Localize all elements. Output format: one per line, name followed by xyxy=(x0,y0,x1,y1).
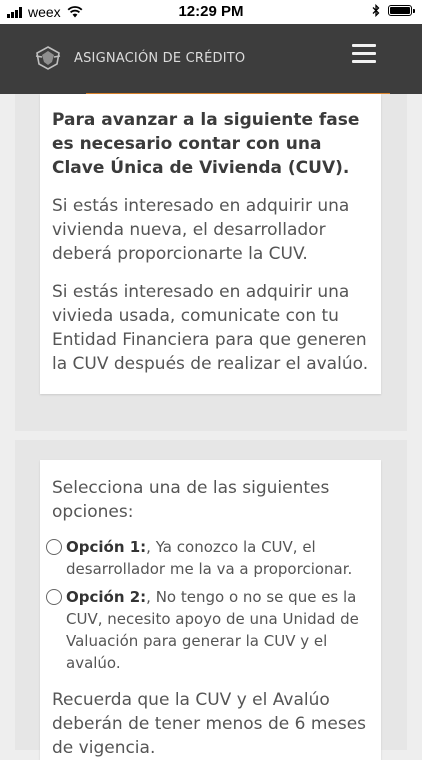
option-1-radio[interactable] xyxy=(46,539,62,555)
option-1-text: Opción 1:, Ya conozco la CUV, el desarro… xyxy=(66,536,376,580)
notice-paragraph: Si estás interesado en adquirir una vivi… xyxy=(52,282,369,374)
option-2-radio[interactable] xyxy=(46,589,62,605)
option-2[interactable]: Opción 2:, No tengo o no se que es la CU… xyxy=(46,586,376,674)
bluetooth-icon xyxy=(372,4,380,17)
app-header: ASIGNACIÓN DE CRÉDITO xyxy=(0,24,422,94)
menu-icon-line xyxy=(352,60,376,63)
option-2-text: Opción 2:, No tengo o no se que es la CU… xyxy=(66,586,376,674)
notice-paragraph: Si estás interesado en adquirir una vivi… xyxy=(52,196,350,264)
menu-icon-line xyxy=(352,52,376,55)
options-intro: Selecciona una de las siguientes opcione… xyxy=(52,478,330,522)
option-2-label: Opción 2: xyxy=(66,588,147,606)
status-bar: weex 12:29 PM xyxy=(0,0,422,24)
header-title: ASIGNACIÓN DE CRÉDITO xyxy=(74,51,246,66)
status-right xyxy=(372,4,415,17)
notice-card: Para avanzar a la siguiente fase es nece… xyxy=(40,94,381,394)
option-1[interactable]: Opción 1:, Ya conozco la CUV, el desarro… xyxy=(46,536,376,580)
status-time: 12:29 PM xyxy=(178,3,244,20)
option-1-label: Opción 1: xyxy=(66,538,147,556)
menu-button[interactable] xyxy=(350,44,378,66)
options-reminder: Recuerda que la CUV y el Avalúo deberán … xyxy=(52,690,367,758)
notice-heading: Para avanzar a la siguiente fase es nece… xyxy=(52,110,360,178)
logo-icon xyxy=(35,46,61,70)
menu-icon-line xyxy=(352,44,376,47)
options-card: Selecciona una de las siguientes opcione… xyxy=(40,460,381,760)
battery-icon xyxy=(388,5,415,16)
